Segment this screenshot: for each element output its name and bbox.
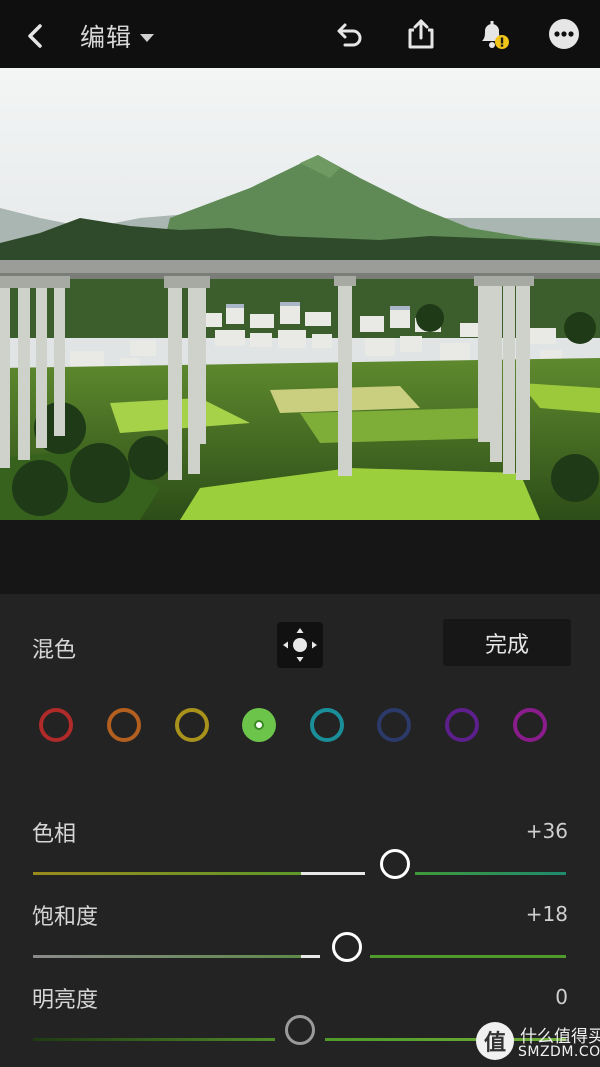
photo-preview[interactable] (0, 68, 600, 520)
landscape-photo (0, 68, 600, 520)
hue-slider[interactable] (33, 861, 566, 875)
swatch-purple[interactable] (445, 708, 479, 742)
site-watermark: 值 什么值得买 SMZDM.COM (474, 1020, 600, 1067)
edit-mode-selector[interactable]: 编辑 (80, 18, 155, 54)
saturation-label: 饱和度 (32, 905, 99, 930)
saturation-slider[interactable] (33, 944, 566, 958)
swatch-orange[interactable] (107, 708, 141, 742)
watermark-text-en: SMZDM.COM (518, 1044, 600, 1060)
luminance-slider-thumb[interactable] (284, 1015, 315, 1045)
undo-icon (337, 23, 362, 47)
saturation-track (33, 955, 566, 958)
panel-title: 混色 (32, 638, 77, 663)
selected-indicator (254, 720, 264, 730)
hue-label: 色相 (32, 822, 77, 847)
saturation-value: +18 (525, 902, 568, 926)
color-mix-panel: 混色 完成 色相 +36 饱和度 +18 明亮度 0 (0, 594, 600, 1067)
swatch-yellow[interactable] (175, 708, 209, 742)
targeted-adjustment-button[interactable] (277, 622, 323, 668)
watermark-logo: 值 (476, 1022, 514, 1060)
caret-down-icon (140, 33, 155, 42)
notification-bell-warning-icon (482, 21, 509, 49)
swatch-red[interactable] (39, 708, 73, 742)
photo-spacer (0, 520, 600, 594)
back-button[interactable] (18, 18, 54, 54)
more-options-button[interactable] (546, 16, 582, 52)
swatch-aqua[interactable] (310, 708, 344, 742)
top-toolbar: 编辑 (0, 0, 600, 68)
hue-value: +36 (525, 819, 568, 843)
notification-button[interactable] (474, 16, 510, 52)
luminance-value: 0 (555, 985, 568, 1009)
done-button[interactable]: 完成 (443, 619, 571, 666)
luminance-label: 明亮度 (32, 988, 99, 1013)
color-channel-selector (0, 708, 600, 748)
hue-track (33, 872, 566, 875)
swatch-magenta[interactable] (513, 708, 547, 742)
more-options-icon (549, 19, 579, 49)
undo-button[interactable] (330, 16, 366, 52)
swatch-green[interactable] (242, 708, 276, 742)
targeted-adjustment-icon (283, 628, 317, 662)
swatch-blue[interactable] (377, 708, 411, 742)
back-icon (28, 24, 42, 48)
share-button[interactable] (403, 16, 439, 52)
page-title: 编辑 (80, 23, 133, 52)
share-icon (408, 19, 434, 49)
